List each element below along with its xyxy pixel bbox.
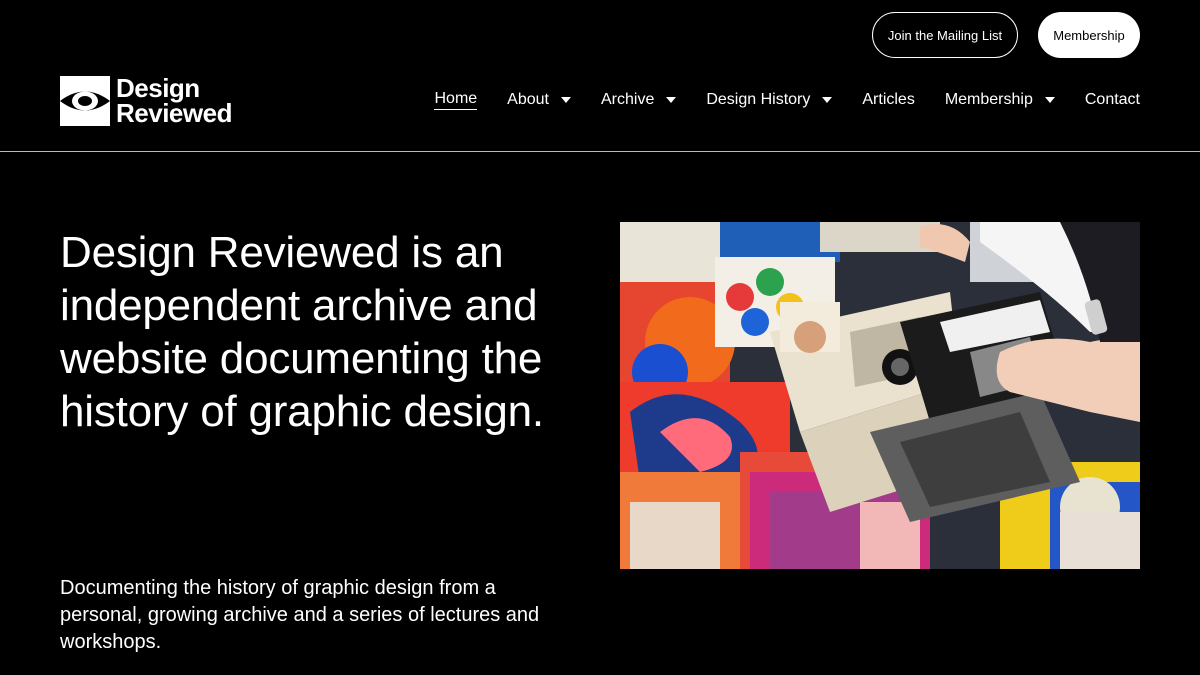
nav-item-label: Contact <box>1084 91 1140 108</box>
nav-item-articles[interactable]: Articles <box>862 91 914 109</box>
nav-item-label: Home <box>434 90 478 110</box>
nav-item-home[interactable]: Home <box>434 90 478 110</box>
caret-down-icon <box>1044 97 1055 103</box>
logo-wordmark: Design Reviewed <box>116 75 232 128</box>
hero-photo-illustration <box>620 222 1140 569</box>
nav-item-label: Articles <box>862 91 915 108</box>
page: Join the Mailing List Membership Design … <box>0 0 1200 675</box>
membership-button[interactable]: Membership <box>1038 12 1140 58</box>
top-actions: Join the Mailing List Membership <box>872 12 1140 58</box>
caret-down-icon <box>666 97 677 103</box>
hero-image <box>620 222 1140 569</box>
hero-subtitle: Documenting the history of graphic desig… <box>60 577 540 653</box>
main-nav: Home About Archive Design History Articl… <box>434 90 1140 110</box>
caret-down-icon <box>822 97 833 103</box>
site-logo[interactable]: Design Reviewed <box>60 75 232 128</box>
nav-item-label: Archive <box>600 91 655 108</box>
logo-line-2: Reviewed <box>116 98 232 128</box>
join-mailing-list-button[interactable]: Join the Mailing List <box>872 12 1018 58</box>
nav-item-membership[interactable]: Membership <box>945 91 1055 109</box>
header-divider <box>0 151 1200 152</box>
nav-item-design-history[interactable]: Design History <box>706 91 833 109</box>
eye-icon <box>60 76 110 126</box>
nav-item-label: About <box>507 91 549 108</box>
nav-item-archive[interactable]: Archive <box>600 91 677 109</box>
nav-item-contact[interactable]: Contact <box>1085 91 1140 109</box>
nav-item-label: Design History <box>706 91 811 108</box>
caret-down-icon <box>560 97 571 103</box>
nav-item-about[interactable]: About <box>507 91 571 109</box>
hero-title: Design Reviewed is an independent archiv… <box>60 228 544 436</box>
nav-item-label: Membership <box>944 91 1033 108</box>
